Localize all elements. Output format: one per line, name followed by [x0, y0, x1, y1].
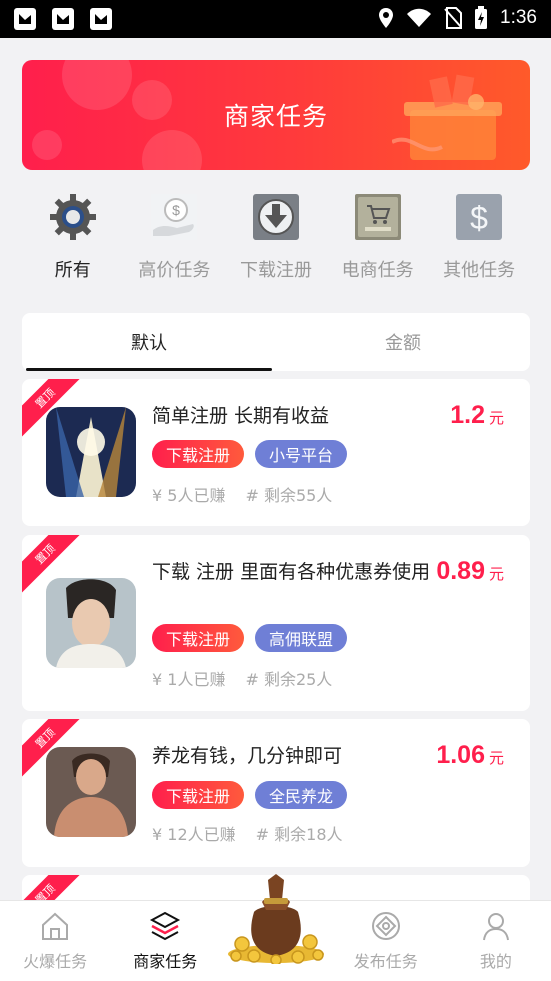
banner[interactable]: 商家任务: [22, 60, 530, 170]
money-hand-icon: $: [149, 192, 199, 242]
layers-icon: [148, 909, 182, 943]
notification-app-icon: [90, 8, 112, 30]
nav-merchant-tasks[interactable]: 商家任务: [110, 901, 220, 981]
nav-hot-tasks[interactable]: 火爆任务: [0, 901, 110, 981]
nav-label: 火爆任务: [23, 952, 88, 971]
tab-default[interactable]: 默认: [22, 313, 276, 371]
tag-platform: 全民养龙: [255, 781, 348, 809]
task-card[interactable]: 置顶 养龙有钱，几分钟即可 1.06 元 下载注册 全民养龙 ¥ 12人已赚 # …: [22, 719, 530, 867]
task-reward: 1.06 元: [436, 741, 504, 770]
category-label: 所有: [54, 260, 91, 281]
status-bar: 1:36: [0, 0, 551, 38]
task-reward: 0.89 元: [436, 557, 504, 586]
sort-tabs: 默认 金额: [22, 313, 530, 371]
category-label: 下载注册: [239, 260, 312, 281]
money-bag-icon[interactable]: [224, 872, 328, 966]
user-icon: [479, 909, 513, 943]
svg-text:$: $: [470, 200, 488, 236]
location-icon: [379, 8, 394, 28]
task-meta: ¥ 5人已赚 # 剩余55人: [152, 482, 332, 506]
earned-count: ¥ 5人已赚: [152, 486, 226, 505]
banner-title: 商家任务: [223, 102, 328, 131]
task-thumbnail: [46, 747, 136, 837]
remaining-count: # 剩余25人: [245, 670, 333, 689]
gear-icon: [48, 192, 98, 242]
category-ecommerce[interactable]: 电商任务: [327, 190, 429, 290]
category-download-register[interactable]: 下载注册: [225, 190, 327, 290]
tag-category: 下载注册: [152, 440, 245, 468]
category-label: 其他任务: [443, 260, 516, 281]
dollar-icon: $: [454, 192, 504, 242]
reward-unit: 元: [488, 566, 504, 583]
nav-publish-task[interactable]: 发布任务: [331, 901, 441, 981]
task-thumbnail: [46, 578, 136, 668]
nav-label: 发布任务: [353, 952, 418, 971]
clock: 1:36: [500, 7, 537, 28]
task-reward: 1.2 元: [450, 401, 504, 430]
tag-category: 下载注册: [152, 781, 245, 809]
category-label: 电商任务: [341, 260, 414, 281]
reward-unit: 元: [488, 410, 504, 427]
notification-app-icon: [14, 8, 36, 30]
wifi-icon: [407, 8, 432, 27]
publish-icon: [369, 909, 403, 943]
task-card[interactable]: 置顶 简单注册 长期有收益 1.2 元 下载注册 小号平台 ¥ 5人已赚 # 剩余…: [22, 379, 530, 526]
svg-text:$: $: [172, 202, 180, 218]
task-card[interactable]: 置顶 下载 注册 里面有各种优惠券使用 0.89 元 下载注册 高佣联盟 ¥ 1人…: [22, 535, 530, 711]
task-title: 简单注册 长期有收益: [152, 405, 330, 427]
nav-label: 商家任务: [133, 952, 198, 971]
remaining-count: # 剩余18人: [255, 825, 343, 844]
task-meta: ¥ 12人已赚 # 剩余18人: [152, 821, 343, 845]
reward-amount: 1.06: [436, 741, 485, 769]
notification-app-icon: [52, 8, 74, 30]
earned-count: ¥ 1人已赚: [152, 670, 226, 689]
tab-amount[interactable]: 金额: [276, 313, 530, 371]
category-all[interactable]: 所有: [22, 190, 124, 290]
task-title: 养龙有钱，几分钟即可: [152, 745, 343, 767]
reward-amount: 0.89: [436, 557, 485, 585]
task-tags: 下载注册 小号平台: [152, 440, 348, 468]
download-icon: [251, 192, 301, 242]
no-sim-icon: [444, 7, 463, 29]
nav-mine[interactable]: 我的: [441, 901, 551, 981]
task-meta: ¥ 1人已赚 # 剩余25人: [152, 666, 332, 690]
category-other[interactable]: $ 其他任务: [428, 190, 530, 290]
remaining-count: # 剩余55人: [245, 486, 333, 505]
earned-count: ¥ 12人已赚: [152, 825, 236, 844]
task-title: 下载 注册 里面有各种优惠券使用: [152, 561, 431, 583]
tag-category: 下载注册: [152, 624, 245, 652]
task-thumbnail: [46, 407, 136, 497]
nav-label: 我的: [479, 952, 512, 971]
tag-platform: 高佣联盟: [255, 624, 348, 652]
task-tags: 下载注册 全民养龙: [152, 781, 348, 809]
reward-unit: 元: [488, 750, 504, 767]
cart-icon: [353, 192, 403, 242]
tag-platform: 小号平台: [255, 440, 348, 468]
category-bar: 所有 $ 高价任务 下载注册 电商任务 $ 其他任务: [22, 190, 530, 290]
home-icon: [38, 909, 72, 943]
reward-amount: 1.2: [450, 401, 485, 429]
battery-icon: [475, 6, 488, 29]
task-tags: 下载注册 高佣联盟: [152, 624, 348, 652]
category-label: 高价任务: [138, 260, 211, 281]
category-high-price[interactable]: $ 高价任务: [124, 190, 226, 290]
